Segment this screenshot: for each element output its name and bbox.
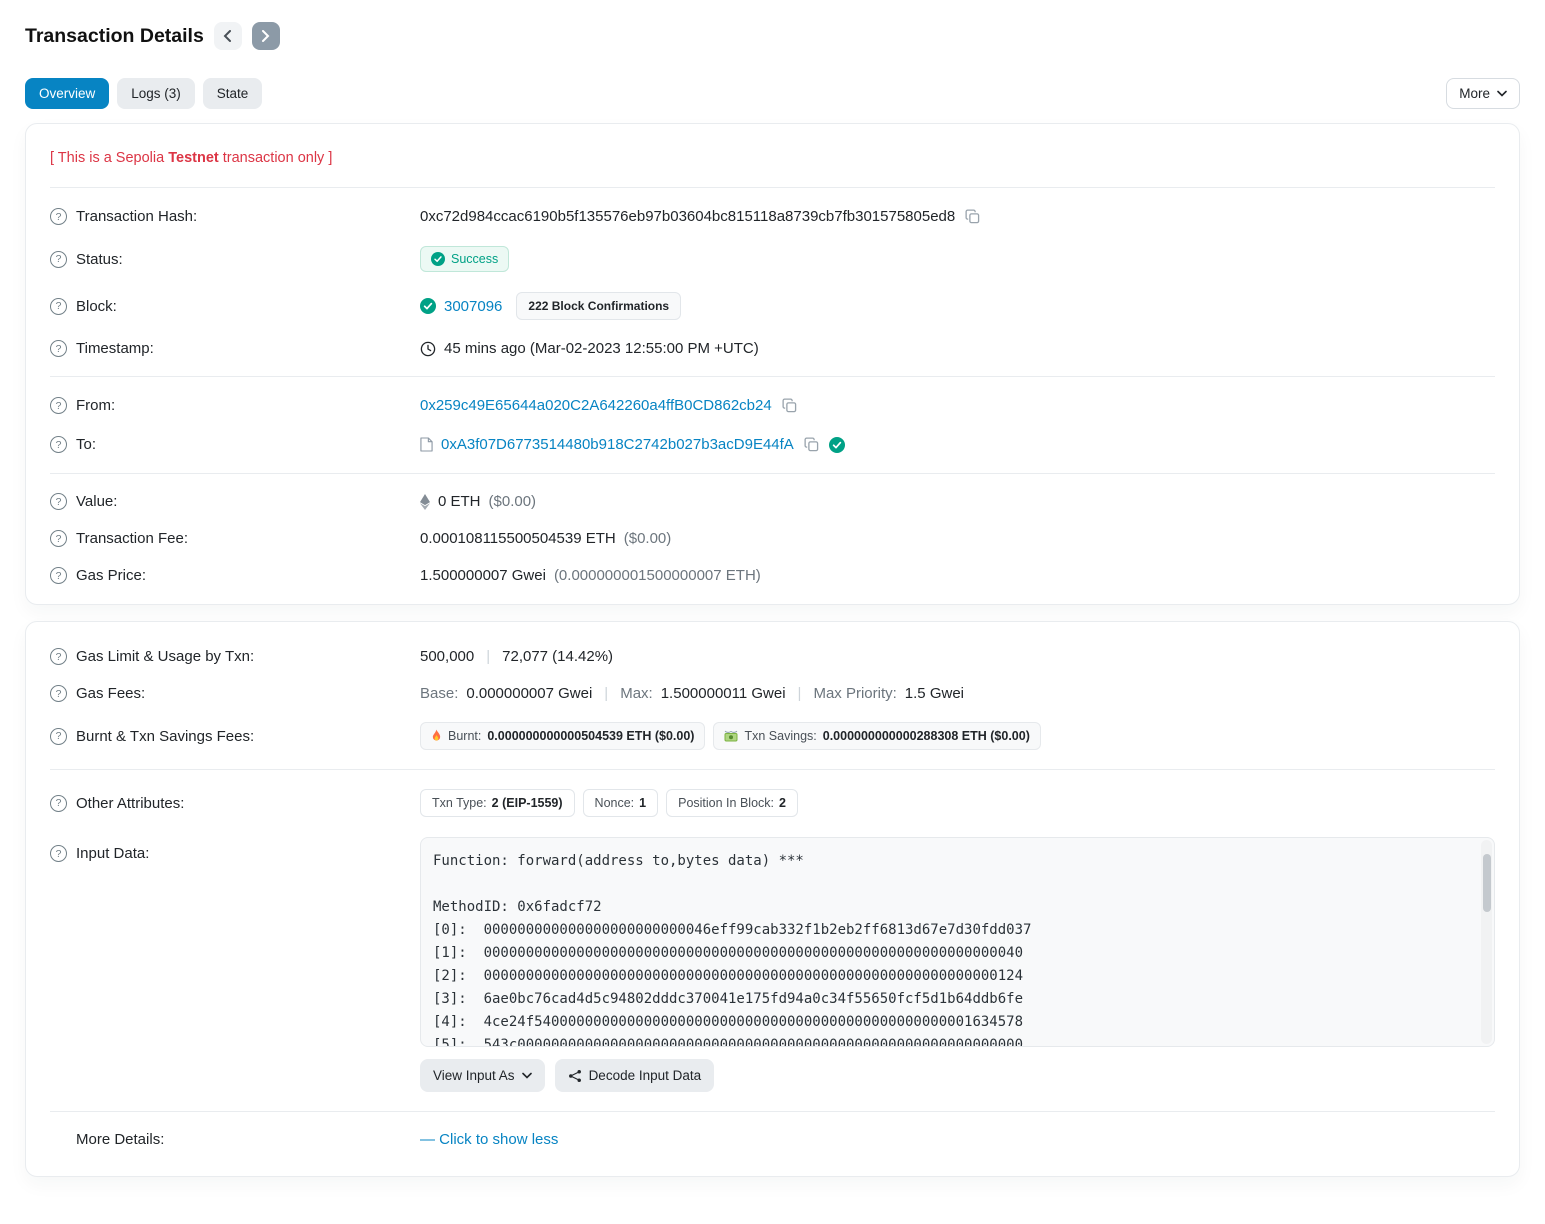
block-row: Block: 3007096 222 Block Confirmations	[26, 282, 1519, 330]
gas-price-row: Gas Price: 1.500000007 Gwei (0.000000001…	[26, 557, 1519, 594]
details-card: Gas Limit & Usage by Txn: 500,000 | 72,0…	[25, 621, 1520, 1177]
transaction-fee-row: Transaction Fee: 0.000108115500504539 ET…	[26, 520, 1519, 557]
to-address-link[interactable]: 0xA3f07D6773514480b918C2742b027b3acD9E44…	[441, 436, 794, 453]
help-icon[interactable]	[50, 251, 67, 268]
flame-icon	[431, 729, 442, 743]
burnt-badge: Burnt: 0.000000000000504539 ETH ($0.00)	[420, 722, 705, 750]
timestamp-row: Timestamp: 45 mins ago (Mar-02-2023 12:5…	[26, 330, 1519, 367]
transaction-fee-usd: ($0.00)	[624, 530, 672, 547]
page-header: Transaction Details	[25, 22, 1520, 50]
txn-savings-badge: Txn Savings: 0.000000000000288308 ETH ($…	[713, 722, 1040, 750]
from-row: From: 0x259c49E65644a020C2A642260a4ffB0C…	[26, 386, 1519, 425]
from-address-link[interactable]: 0x259c49E65644a020C2A642260a4ffB0CD862cb…	[420, 397, 772, 414]
scrollbar-thumb[interactable]	[1483, 854, 1491, 912]
txn-type-badge: Txn Type: 2 (EIP-1559)	[420, 789, 575, 817]
more-details-label: More Details:	[50, 1131, 420, 1148]
burnt-value: 0.000000000000504539 ETH ($0.00)	[487, 729, 694, 743]
contract-file-icon	[420, 437, 433, 452]
copy-icon	[965, 209, 980, 224]
nonce-badge: Nonce: 1	[583, 789, 659, 817]
next-transaction-button[interactable]	[252, 22, 280, 50]
copy-icon	[782, 398, 797, 413]
block-confirmations-badge: 222 Block Confirmations	[516, 292, 681, 320]
burnt-fees-row: Burnt & Txn Savings Fees: Burnt: 0.00000…	[26, 712, 1519, 760]
decode-icon	[568, 1069, 582, 1083]
divider	[50, 769, 1495, 770]
status-badge: Success	[420, 246, 509, 272]
transaction-hash-value: 0xc72d984ccac6190b5f135576eb97b03604bc81…	[420, 208, 955, 225]
check-circle-icon	[431, 252, 445, 266]
input-data-scrollbar[interactable]	[1481, 840, 1492, 1044]
help-icon[interactable]	[50, 340, 67, 357]
gas-limit-value: 500,000	[420, 648, 474, 665]
tab-overview[interactable]: Overview	[25, 78, 109, 109]
check-circle-icon	[420, 298, 436, 314]
help-icon[interactable]	[50, 493, 67, 510]
help-icon[interactable]	[50, 208, 67, 225]
value-usd: ($0.00)	[489, 493, 537, 510]
help-icon[interactable]	[50, 845, 67, 862]
help-icon[interactable]	[50, 530, 67, 547]
overview-card: [ This is a Sepolia Testnet transaction …	[25, 123, 1520, 605]
help-icon[interactable]	[50, 567, 67, 584]
input-data-box[interactable]: Function: forward(address to,bytes data)…	[420, 837, 1495, 1047]
copy-from-button[interactable]	[780, 396, 799, 415]
position-in-block-badge: Position In Block: 2	[666, 789, 798, 817]
help-icon[interactable]	[50, 298, 67, 315]
divider	[50, 376, 1495, 377]
tabs-bar: Overview Logs (3) State More	[25, 78, 1520, 109]
gas-fee-max: 1.500000011 Gwei	[661, 685, 786, 702]
help-icon[interactable]	[50, 728, 67, 745]
help-icon[interactable]	[50, 397, 67, 414]
help-icon[interactable]	[50, 436, 67, 453]
transaction-hash-row: Transaction Hash: 0xc72d984ccac6190b5f13…	[26, 197, 1519, 236]
gas-fee-base: 0.000000007 Gwei	[466, 685, 592, 702]
copy-hash-button[interactable]	[963, 207, 982, 226]
chevron-down-icon	[522, 1072, 532, 1079]
page-title: Transaction Details	[25, 25, 204, 48]
input-data-code: Function: forward(address to,bytes data)…	[421, 838, 1494, 1047]
savings-icon	[724, 730, 738, 743]
timestamp-value: 45 mins ago (Mar-02-2023 12:55:00 PM +UT…	[444, 340, 759, 357]
gas-fee-max-priority: 1.5 Gwei	[905, 685, 964, 702]
verified-check-circle-icon	[829, 437, 845, 453]
gas-limit-row: Gas Limit & Usage by Txn: 500,000 | 72,0…	[26, 632, 1519, 675]
to-row: To: 0xA3f07D6773514480b918C2742b027b3acD…	[26, 425, 1519, 464]
gas-fees-row: Gas Fees: Base: 0.000000007 Gwei | Max: …	[26, 675, 1519, 712]
eth-icon	[420, 494, 430, 510]
show-less-link[interactable]: — Click to show less	[420, 1131, 558, 1148]
chevron-right-icon	[261, 30, 270, 42]
txn-savings-value: 0.000000000000288308 ETH ($0.00)	[823, 729, 1030, 743]
block-number-link[interactable]: 3007096	[444, 298, 502, 315]
other-attributes-row: Other Attributes: Txn Type: 2 (EIP-1559)…	[26, 779, 1519, 827]
copy-to-button[interactable]	[802, 435, 821, 454]
gas-usage-value: 72,077 (14.42%)	[502, 648, 613, 665]
gas-price-eth: (0.000000001500000007 ETH)	[554, 567, 761, 584]
tab-state[interactable]: State	[203, 78, 263, 109]
chevron-left-icon	[223, 30, 232, 42]
more-details-row: More Details: — Click to show less	[26, 1121, 1519, 1166]
testnet-notice: [ This is a Sepolia Testnet transaction …	[26, 134, 1519, 178]
more-button[interactable]: More	[1446, 78, 1520, 109]
gas-price-amount: 1.500000007 Gwei	[420, 567, 546, 584]
copy-icon	[804, 437, 819, 452]
help-icon[interactable]	[50, 648, 67, 665]
prev-transaction-button[interactable]	[214, 22, 242, 50]
view-input-as-button[interactable]: View Input As	[420, 1059, 545, 1092]
divider	[50, 473, 1495, 474]
transaction-details-page: Transaction Details Overview Logs (3) St…	[0, 0, 1545, 1217]
decode-input-data-button[interactable]: Decode Input Data	[555, 1059, 715, 1092]
help-icon[interactable]	[50, 685, 67, 702]
chevron-down-icon	[1497, 90, 1507, 97]
input-data-row: Input Data: Function: forward(address to…	[26, 827, 1519, 1102]
status-row: Status: Success	[26, 236, 1519, 282]
tab-logs[interactable]: Logs (3)	[117, 78, 195, 109]
transaction-fee-amount: 0.000108115500504539 ETH	[420, 530, 616, 547]
divider	[50, 1111, 1495, 1112]
value-row: Value: 0 ETH ($0.00)	[26, 483, 1519, 520]
value-amount: 0 ETH	[438, 493, 481, 510]
clock-icon	[420, 341, 436, 357]
help-icon[interactable]	[50, 795, 67, 812]
divider	[50, 187, 1495, 188]
